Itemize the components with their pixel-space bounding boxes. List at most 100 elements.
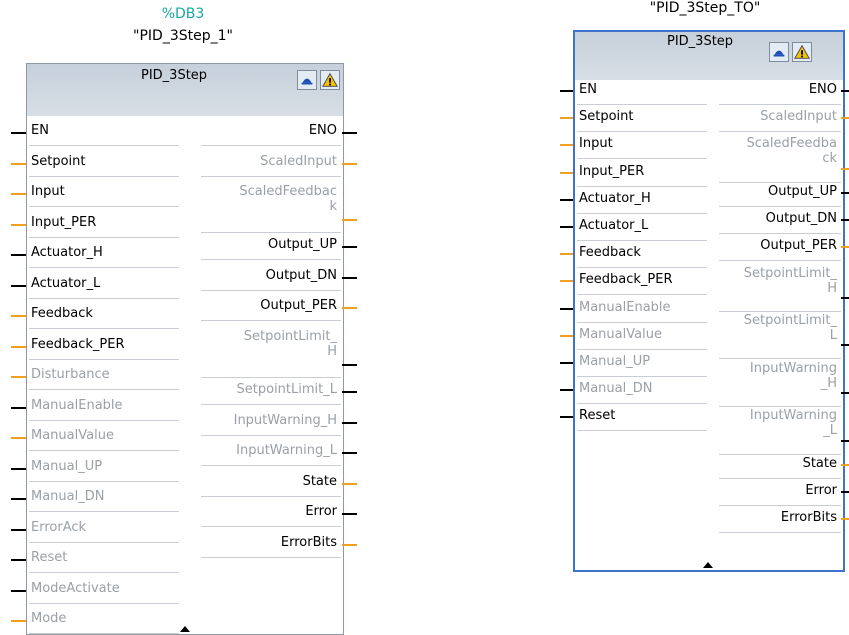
output-connector[interactable]	[841, 219, 849, 222]
output-connector[interactable]	[342, 391, 357, 394]
output-connector[interactable]	[841, 391, 849, 394]
output-separator	[719, 233, 841, 235]
input-connector[interactable]	[560, 253, 573, 256]
output-connector[interactable]	[841, 491, 849, 494]
output-connector[interactable]	[342, 513, 357, 516]
output-connector[interactable]	[841, 117, 849, 120]
input-separator	[577, 212, 707, 214]
output-label-line: SetpointLimit_L	[236, 382, 337, 398]
output-connector[interactable]	[841, 192, 849, 194]
pid-3step-block-1[interactable]: PID_3Step EN Setpoint Input Input_PER Actuat…	[26, 63, 344, 635]
output-connector[interactable]	[342, 452, 357, 455]
warning-icon	[320, 70, 340, 90]
input-connector[interactable]	[560, 171, 573, 174]
input-connector[interactable]	[560, 307, 573, 310]
instance-name-label: "PID_3Step_1"	[133, 28, 233, 44]
output-connector[interactable]	[342, 307, 357, 310]
input-connector[interactable]	[11, 559, 26, 561]
output-separator	[201, 556, 341, 558]
output-connector[interactable]	[841, 464, 849, 466]
output-label-line: ENO	[808, 82, 837, 97]
input-pin-label: ManualEnable	[31, 397, 123, 413]
input-pin-label: ModeActivate	[31, 580, 120, 596]
input-connector[interactable]	[11, 162, 26, 165]
block-icons-2	[769, 42, 812, 62]
input-connector[interactable]	[560, 280, 573, 283]
input-connector[interactable]	[11, 498, 26, 500]
output-label-line: Output_UP	[767, 184, 837, 199]
output-connector[interactable]	[342, 363, 357, 366]
output-label-line: ErrorBits	[280, 534, 337, 550]
input-connector[interactable]	[560, 144, 573, 147]
output-label-line: InputWarning	[749, 360, 837, 376]
input-connector[interactable]	[11, 315, 26, 317]
output-connector[interactable]	[342, 276, 357, 279]
input-connector[interactable]	[11, 132, 26, 134]
output-connector[interactable]	[841, 344, 849, 347]
input-pin-label: Feedback	[579, 245, 641, 261]
output-label-line: Output_DN	[265, 267, 337, 283]
output-separator	[201, 404, 341, 406]
input-pin-label: Manual_DN	[31, 489, 105, 504]
output-connector[interactable]	[841, 439, 849, 442]
input-pin-label: Reset	[579, 408, 616, 424]
output-pin-label: ErrorBits	[280, 534, 337, 551]
input-pin-label: Actuator_L	[31, 275, 101, 291]
output-connector[interactable]	[342, 162, 357, 165]
output-label-line: _H	[820, 375, 837, 391]
input-connector[interactable]	[11, 620, 26, 622]
output-connector[interactable]	[841, 296, 849, 299]
output-pin-label: Output_UP	[267, 237, 337, 253]
output-pin-label: InputWarning_H	[234, 413, 337, 429]
expand-arrow-icon-2[interactable]	[703, 562, 713, 568]
input-connector[interactable]	[560, 117, 573, 120]
output-connector[interactable]	[841, 246, 849, 249]
output-label-line: _L	[823, 423, 837, 439]
output-separator	[201, 495, 341, 497]
input-connector[interactable]	[11, 528, 26, 531]
input-pin-label: Input_PER	[31, 214, 97, 230]
output-separator	[719, 131, 841, 133]
input-connector[interactable]	[11, 254, 26, 256]
input-connector[interactable]	[11, 437, 26, 439]
input-connector[interactable]	[560, 362, 573, 364]
monitor-icon	[769, 42, 789, 62]
input-separator	[577, 321, 707, 323]
output-connector[interactable]	[342, 482, 357, 485]
input-connector[interactable]	[560, 389, 573, 392]
output-label-line: Output_DN	[765, 211, 837, 227]
input-connector[interactable]	[560, 334, 573, 337]
output-pin-label: Output_PER	[260, 298, 337, 314]
output-separator	[719, 310, 841, 312]
input-connector[interactable]	[560, 416, 573, 419]
output-connector[interactable]	[841, 90, 849, 92]
output-connector[interactable]	[342, 543, 357, 546]
input-separator	[29, 602, 179, 604]
input-connector[interactable]	[11, 589, 26, 592]
output-connector[interactable]	[342, 218, 357, 221]
input-connector[interactable]	[11, 345, 26, 348]
input-connector[interactable]	[11, 193, 26, 195]
input-separator	[29, 358, 179, 360]
input-connector[interactable]	[560, 198, 573, 201]
instance-name-label-2: "PID_3Step_TO"	[649, 0, 761, 16]
input-connector[interactable]	[11, 406, 26, 409]
output-label-line: SetpointLimit_	[743, 265, 837, 281]
output-connector[interactable]	[841, 518, 849, 521]
input-pin-label: EN	[31, 123, 49, 138]
pid-3step-block-2[interactable]: PID_3Step EN Setpoint Input Input_PER Actuat…	[573, 30, 845, 572]
input-separator	[29, 236, 179, 238]
output-connector[interactable]	[342, 132, 357, 134]
output-connector[interactable]	[342, 246, 357, 249]
input-connector[interactable]	[560, 226, 573, 228]
input-separator	[29, 450, 179, 451]
input-connector[interactable]	[11, 284, 26, 287]
input-connector[interactable]	[560, 90, 573, 92]
input-connector[interactable]	[11, 467, 26, 470]
expand-arrow-icon[interactable]	[180, 626, 190, 632]
output-connector[interactable]	[342, 421, 357, 424]
input-connector[interactable]	[11, 376, 26, 378]
output-connector[interactable]	[841, 167, 849, 170]
output-label-line: Output_UP	[267, 237, 337, 253]
input-connector[interactable]	[11, 223, 26, 226]
